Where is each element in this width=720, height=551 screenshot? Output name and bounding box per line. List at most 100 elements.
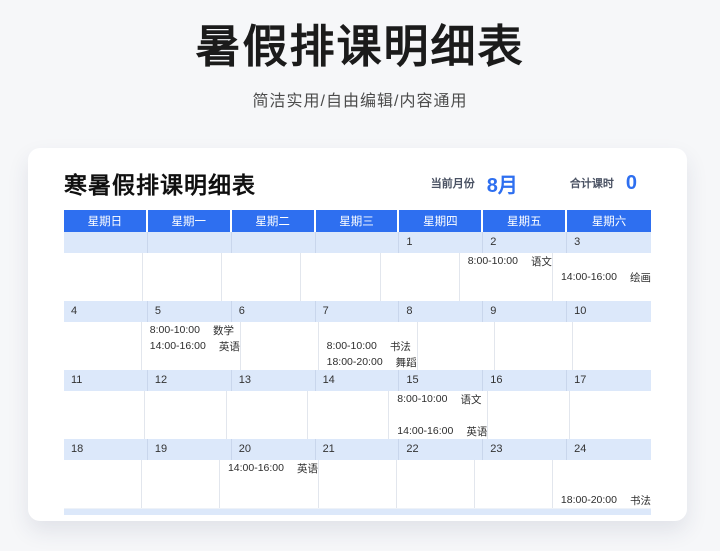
current-month-stat: 当前月份 8月 — [431, 169, 518, 198]
day-cell[interactable]: 8:00-10:00 书法 18:00-20:00 舞蹈 — [318, 322, 418, 370]
course-slot — [64, 460, 141, 476]
course-slot — [475, 492, 552, 508]
course-slot — [460, 285, 552, 301]
date-cell[interactable]: 24 — [567, 439, 651, 460]
date-cell[interactable]: 5 — [147, 301, 232, 322]
date-cell[interactable]: 17 — [567, 370, 651, 391]
course-entry[interactable]: 8:00-10:00 数学 — [142, 323, 234, 338]
day-cell[interactable] — [396, 460, 475, 508]
day-cell[interactable] — [64, 253, 144, 301]
date-cell[interactable]: 8 — [399, 301, 484, 322]
course-slot: 8:00-10:00 语文 — [460, 253, 552, 269]
schedule-card: 寒暑假排课明细表 当前月份 8月 合计课时 0 星期日 星期一 星期二 星期三 星期四星… — [28, 148, 687, 521]
course-entry[interactable]: 14:00-16:00 英语 — [389, 424, 487, 439]
course-slot — [64, 407, 144, 423]
day-cell[interactable] — [307, 391, 390, 439]
date-cell[interactable]: 2 — [483, 232, 568, 253]
day-cell[interactable]: 14:00-16:00 英语 — [219, 460, 319, 508]
calendar-body: 1 2 3 8:00-10:00 语文 14:00-16:00 绘画 4 5 6 7 8 9 10 8:00… — [64, 232, 651, 508]
day-cell[interactable] — [569, 391, 651, 439]
day-cell[interactable] — [495, 322, 574, 370]
date-cell[interactable]: 20 — [231, 439, 316, 460]
date-cell[interactable]: 23 — [483, 439, 568, 460]
day-cell[interactable] — [64, 322, 142, 370]
day-cell[interactable] — [319, 460, 397, 508]
day-cell[interactable] — [143, 253, 223, 301]
date-cell[interactable]: 15 — [399, 370, 484, 391]
course-entry[interactable]: 8:00-10:00 语文 — [389, 392, 481, 407]
day-cell[interactable] — [141, 460, 220, 508]
course-subject: 英语 — [466, 425, 488, 438]
course-slot — [389, 407, 487, 423]
course-entry[interactable]: 8:00-10:00 书法 — [319, 339, 411, 354]
course-slot — [142, 476, 219, 492]
day-cell[interactable] — [474, 460, 553, 508]
date-cell[interactable]: 1 — [399, 232, 484, 253]
content-row-week-3: 14:00-16:00 英语 18:00-20:00 书法 — [64, 460, 651, 508]
date-cell[interactable]: 12 — [147, 370, 232, 391]
course-entry[interactable]: 14:00-16:00 英语 — [142, 339, 240, 354]
course-slot — [495, 322, 572, 338]
course-slot — [495, 338, 572, 354]
date-cell[interactable]: 18 — [64, 439, 148, 460]
day-cell[interactable]: 8:00-10:00 语文 14:00-16:00 英语 — [389, 391, 489, 439]
day-cell[interactable] — [222, 253, 302, 301]
day-cell[interactable] — [226, 391, 308, 439]
course-subject: 英语 — [297, 462, 318, 475]
course-slot: 14:00-16:00 英语 — [220, 460, 318, 476]
course-slot — [145, 423, 225, 439]
course-subject: 舞蹈 — [395, 356, 417, 369]
day-cell[interactable] — [240, 322, 319, 370]
course-slot: 14:00-16:00 英语 — [389, 423, 487, 439]
date-cell[interactable]: 11 — [64, 370, 148, 391]
course-slot — [64, 253, 142, 269]
date-cell[interactable] — [147, 232, 232, 253]
course-slot — [145, 391, 225, 407]
day-cell[interactable]: 8:00-10:00 数学 14:00-16:00 英语 — [141, 322, 241, 370]
date-cell[interactable] — [231, 232, 316, 253]
course-entry[interactable]: 8:00-10:00 语文 — [460, 254, 552, 269]
date-cell[interactable]: 7 — [315, 301, 400, 322]
day-cell[interactable] — [573, 322, 651, 370]
course-slot — [460, 269, 552, 285]
day-cell[interactable]: 18:00-20:00 书法 — [552, 460, 651, 508]
date-cell[interactable]: 22 — [399, 439, 484, 460]
course-subject: 英语 — [218, 340, 240, 353]
date-cell[interactable]: 4 — [64, 301, 148, 322]
content-row-week-2: 8:00-10:00 语文 14:00-16:00 英语 — [64, 391, 651, 439]
course-slot — [475, 460, 552, 476]
course-slot: 14:00-16:00 英语 — [142, 338, 240, 354]
day-cell[interactable] — [301, 253, 381, 301]
day-cell[interactable] — [417, 322, 496, 370]
day-cell[interactable] — [145, 391, 227, 439]
content-row-week-0: 8:00-10:00 语文 14:00-16:00 绘画 — [64, 253, 651, 301]
date-cell[interactable] — [315, 232, 400, 253]
day-cell[interactable] — [488, 391, 570, 439]
course-entry[interactable]: 18:00-20:00 书法 — [553, 493, 651, 508]
course-slot — [475, 476, 552, 492]
course-slot — [222, 269, 300, 285]
date-cell[interactable] — [64, 232, 148, 253]
course-slot — [553, 476, 651, 492]
date-cell[interactable]: 14 — [315, 370, 400, 391]
date-cell[interactable]: 3 — [567, 232, 651, 253]
date-cell[interactable]: 21 — [315, 439, 400, 460]
day-cell[interactable] — [380, 253, 460, 301]
date-cell[interactable]: 16 — [483, 370, 568, 391]
day-cell[interactable] — [64, 460, 142, 508]
day-cell[interactable]: 8:00-10:00 语文 — [459, 253, 553, 301]
course-entry[interactable]: 18:00-20:00 舞蹈 — [319, 355, 417, 370]
course-slot — [64, 476, 141, 492]
course-entry[interactable]: 14:00-16:00 英语 — [220, 461, 318, 476]
calendar-table: 星期日 星期一 星期二 星期三 星期四 星期五 星期六 1 2 3 8:00-10:00 语文 14:… — [64, 210, 651, 515]
day-cell[interactable] — [64, 391, 146, 439]
course-slot — [143, 253, 221, 269]
date-cell[interactable]: 10 — [567, 301, 651, 322]
date-cell[interactable]: 13 — [231, 370, 316, 391]
date-cell[interactable]: 9 — [483, 301, 568, 322]
date-cell[interactable]: 6 — [231, 301, 316, 322]
course-entry[interactable]: 14:00-16:00 绘画 — [553, 270, 651, 285]
day-cell[interactable]: 14:00-16:00 绘画 — [552, 253, 651, 301]
course-slot — [570, 391, 651, 407]
date-cell[interactable]: 19 — [147, 439, 232, 460]
